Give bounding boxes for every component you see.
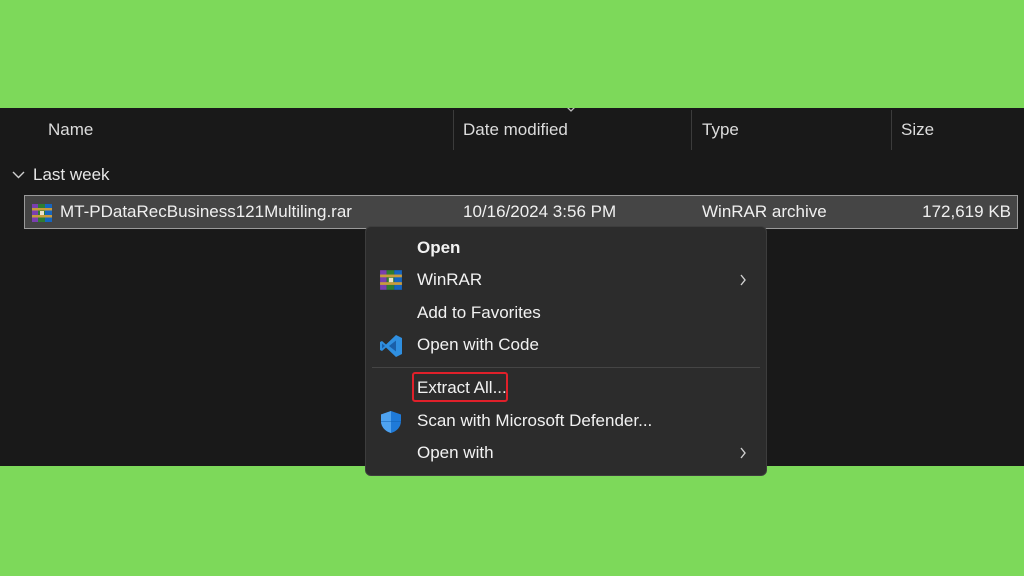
column-divider[interactable] <box>453 110 454 150</box>
group-label: Last week <box>33 165 110 184</box>
menu-item-add-to-favorites[interactable]: Add to Favorites <box>366 297 766 329</box>
menu-item-winrar[interactable]: WinRAR <box>366 264 766 296</box>
menu-item-scan-with-defender[interactable]: Scan with Microsoft Defender... <box>366 405 766 437</box>
file-name: MT-PDataRecBusiness121Multiling.rar <box>60 202 352 221</box>
menu-item-label: Open with Code <box>417 335 539 354</box>
file-size: 172,619 KB <box>922 202 1011 221</box>
column-name[interactable]: Name <box>48 108 93 152</box>
menu-item-open-with-code[interactable]: Open with Code <box>366 329 766 361</box>
winrar-icon <box>32 204 52 222</box>
file-type: WinRAR archive <box>702 202 827 221</box>
vscode-icon <box>380 335 402 357</box>
group-header[interactable]: Last week <box>12 163 110 187</box>
context-menu: Open WinRAR Add to Favorites Open with C… <box>365 226 767 476</box>
menu-separator <box>372 367 760 368</box>
menu-item-label: Add to Favorites <box>417 303 541 322</box>
menu-item-label: Scan with Microsoft Defender... <box>417 411 653 430</box>
highlight-box <box>412 372 508 402</box>
chevron-right-icon <box>740 274 746 286</box>
defender-shield-icon <box>381 411 401 433</box>
column-divider[interactable] <box>691 110 692 150</box>
column-header: Name Date modified Type Size <box>0 108 1024 152</box>
file-row[interactable]: MT-PDataRecBusiness121Multiling.rar 10/1… <box>24 195 1018 229</box>
menu-item-open-with[interactable]: Open with <box>366 437 766 469</box>
column-date-modified[interactable]: Date modified <box>463 108 568 152</box>
winrar-icon <box>380 270 402 290</box>
menu-item-open[interactable]: Open <box>366 232 766 264</box>
column-divider[interactable] <box>891 110 892 150</box>
chevron-down-icon[interactable] <box>12 170 25 180</box>
column-type[interactable]: Type <box>702 108 739 152</box>
chevron-right-icon <box>740 447 746 459</box>
menu-item-label: WinRAR <box>417 270 483 289</box>
file-date-modified: 10/16/2024 3:56 PM <box>463 202 617 221</box>
menu-item-label: Open <box>417 238 461 257</box>
menu-item-label: Open with <box>417 443 494 462</box>
column-size[interactable]: Size <box>901 108 934 152</box>
